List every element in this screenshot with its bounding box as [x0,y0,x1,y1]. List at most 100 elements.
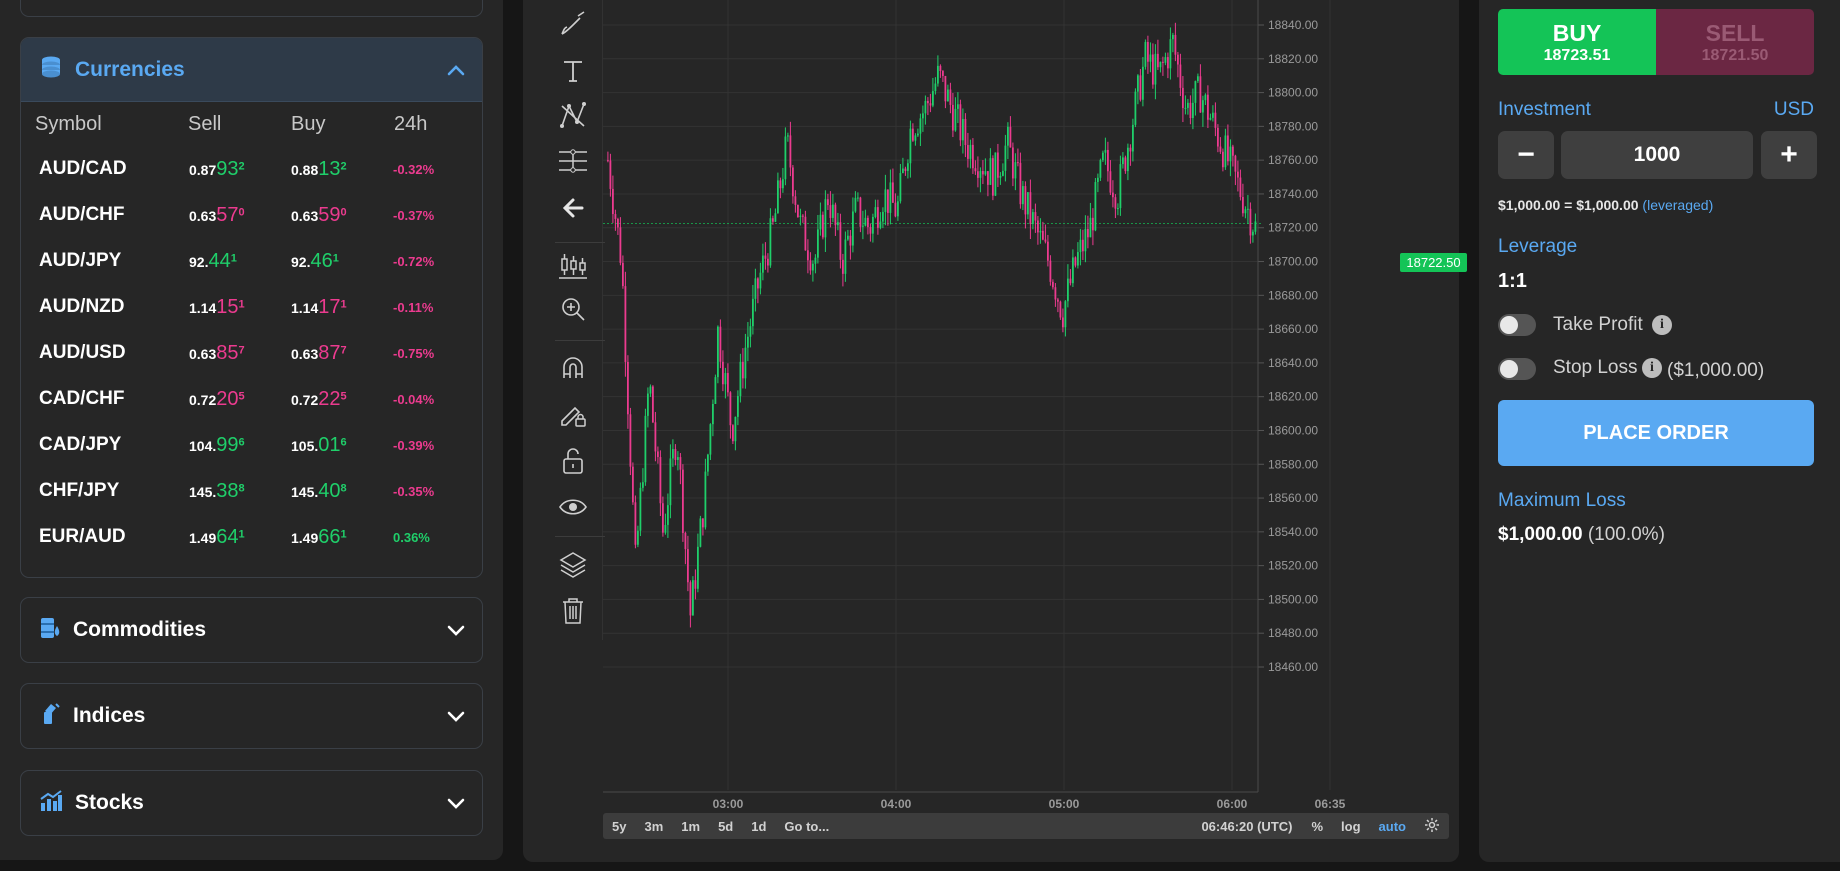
sell-price[interactable]: 0.72205 [189,388,291,411]
eye-icon[interactable] [553,489,593,525]
currency-row[interactable]: AUD/CHF 0.63570 0.63590 -0.37% [21,192,482,238]
sell-price[interactable]: 104.996 [189,434,291,457]
goto-button[interactable]: Go to... [775,819,838,834]
magnet-icon[interactable] [553,350,593,386]
price-chart[interactable]: 18840.00 18820.00 18800.00 18780.00 18760.00… [603,0,1467,812]
currency-row[interactable]: AUD/USD 0.63857 0.63877 -0.75% [21,330,482,376]
candle-body [737,396,739,417]
chevron-down-icon[interactable] [446,793,466,813]
candle-body [832,204,834,218]
candle-body [1142,66,1144,100]
unlock-icon[interactable] [553,443,593,479]
currency-row[interactable]: CAD/CHF 0.72205 0.72225 -0.04% [21,376,482,422]
buy-price[interactable]: 0.72225 [291,388,393,411]
range-5d-button[interactable]: 5d [709,819,742,834]
settings-gear-icon[interactable] [1415,817,1449,836]
accordion-indices-header[interactable]: Indices [21,684,482,748]
sell-price[interactable]: 1.14151 [189,296,291,319]
percent-scale-button[interactable]: % [1302,819,1332,834]
leverage-value[interactable]: 1:1 [1498,270,1527,293]
candle-body [824,199,827,238]
buy-price[interactable]: 105.016 [291,434,393,457]
sell-price[interactable]: 0.63570 [189,204,291,227]
sell-price-pips: 44 [208,249,231,272]
candle-body [1014,162,1017,179]
candles-icon[interactable] [553,248,593,284]
take-profit-toggle[interactable] [1498,314,1536,336]
accordion-stocks[interactable]: Stocks [20,770,483,836]
buy-price[interactable]: 92.461 [291,250,393,273]
buy-price[interactable]: 1.14171 [291,296,393,319]
currency-symbol: CAD/CHF [39,388,125,409]
range-5y-button[interactable]: 5y [603,819,635,834]
trash-icon[interactable] [553,593,593,629]
stop-loss-toggle[interactable] [1498,358,1536,380]
candlestick-chart[interactable]: 18840.00 18820.00 18800.00 18780.00 18760.00… [603,0,1448,812]
candle-body [1209,117,1212,120]
place-order-button[interactable]: PLACE ORDER [1498,400,1814,466]
currency-row[interactable]: AUD/NZD 1.14151 1.14171 -0.11% [21,284,482,330]
candle-body [639,487,642,531]
candle-body [984,171,987,175]
currency-row[interactable]: AUD/JPY 92.441 92.461 -0.72% [21,238,482,284]
sell-price[interactable]: 1.49641 [189,526,291,549]
chevron-down-icon[interactable] [446,620,466,640]
chart-bottom-bar: 5y 3m 1m 5d 1d Go to... 06:46:20 (UTC) %… [603,813,1449,839]
sell-price[interactable]: 145.388 [189,480,291,503]
candle-body [902,168,904,174]
candle-body [1099,160,1102,178]
sell-price-prefix: 1.49 [189,529,217,546]
stop-loss-info-icon[interactable]: i [1642,358,1662,378]
candle-body [764,255,767,259]
currency-row[interactable]: AUD/CAD 0.87932 0.88132 -0.32% [21,146,482,192]
candle-body [1089,217,1092,238]
buy-price-pips: 40 [318,479,341,502]
buy-button[interactable]: BUY 18723.51 [1498,9,1656,75]
increase-investment-button[interactable]: + [1761,131,1817,179]
sell-button[interactable]: SELL 18721.50 [1656,9,1814,75]
log-scale-button[interactable]: log [1332,819,1370,834]
pattern-icon[interactable] [553,97,593,133]
take-profit-info-icon[interactable]: i [1652,315,1672,335]
currency-row[interactable]: CHF/JPY 145.388 145.408 -0.35% [21,468,482,514]
buy-price-pips: 13 [318,157,341,180]
back-arrow-icon[interactable] [553,190,593,226]
range-1m-button[interactable]: 1m [672,819,709,834]
buy-price[interactable]: 145.408 [291,480,393,503]
currency-row[interactable]: EUR/AUD 1.49641 1.49661 0.36% [21,514,482,560]
accordion-stocks-header[interactable]: Stocks [21,771,482,835]
candle-body [754,278,757,299]
zoom-in-icon[interactable] [553,291,593,327]
currency-row[interactable]: CAD/JPY 104.996 105.016 -0.39% [21,422,482,468]
accordion-commodities-header[interactable]: Commodities [21,598,482,662]
accordion-currencies-header[interactable]: Currencies [21,38,482,102]
candle-body [917,133,919,136]
buy-price[interactable]: 0.88132 [291,158,393,181]
layers-icon[interactable] [553,546,593,582]
sell-price[interactable]: 92.441 [189,250,291,273]
buy-price[interactable]: 1.49661 [291,526,393,549]
investment-input[interactable] [1561,131,1753,179]
measure-icon[interactable] [553,143,593,179]
currency-selector[interactable]: USD [1774,99,1814,121]
auto-scale-button[interactable]: auto [1370,819,1415,834]
change-24h: -0.72% [393,253,435,269]
candle-body [804,216,807,251]
accordion-commodities[interactable]: Commodities [20,597,483,663]
candle-body [1184,107,1187,109]
range-1d-button[interactable]: 1d [742,819,775,834]
range-3m-button[interactable]: 3m [635,819,672,834]
chevron-down-icon[interactable] [446,706,466,726]
buy-price[interactable]: 0.63590 [291,204,393,227]
lock-pencil-icon[interactable] [553,396,593,432]
text-icon[interactable] [553,53,593,89]
decrease-investment-button[interactable]: − [1498,131,1554,179]
sell-price[interactable]: 0.63857 [189,342,291,365]
chevron-up-icon[interactable] [446,60,466,80]
brush-icon[interactable] [553,7,593,43]
candle-body [707,454,709,472]
accordion-indices[interactable]: Indices [20,683,483,749]
buy-price[interactable]: 0.63877 [291,342,393,365]
candle-body [1084,229,1087,252]
sell-price[interactable]: 0.87932 [189,158,291,181]
